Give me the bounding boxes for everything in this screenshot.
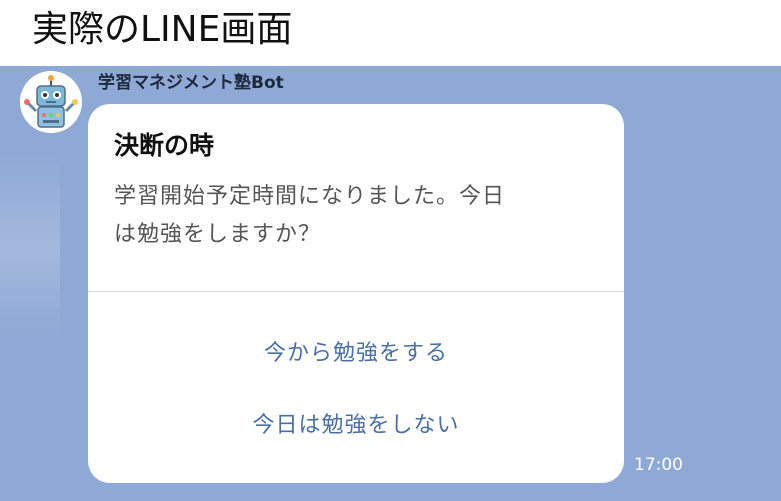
message-body-line-1: 学習開始予定時間になりました。今日 bbox=[114, 184, 506, 209]
skip-study-button[interactable]: 今日は勉強をしない bbox=[88, 402, 624, 450]
message-body: 学習開始予定時間になりました。今日 は勉強をしますか？ bbox=[114, 178, 594, 254]
message-timestamp: 17:00 bbox=[634, 455, 683, 475]
page-title: 実際のLINE画面 bbox=[32, 9, 293, 50]
divider bbox=[88, 291, 624, 292]
chat-room: 学習マネジメント塾Bot 決断の時 学習開始予定時間になりました。今日 は勉強を… bbox=[0, 66, 781, 501]
message-body-line-2: は勉強をしますか？ bbox=[114, 222, 322, 247]
sender-name: 学習マネジメント塾Bot bbox=[98, 73, 284, 93]
message-bubble: 決断の時 学習開始予定時間になりました。今日 は勉強をしますか？ 今から勉強をす… bbox=[88, 104, 624, 483]
background-decoration bbox=[0, 156, 60, 336]
robot-avatar-icon[interactable] bbox=[20, 71, 82, 133]
message-title: 決断の時 bbox=[114, 131, 215, 160]
start-study-button[interactable]: 今から勉強をする bbox=[88, 330, 624, 378]
